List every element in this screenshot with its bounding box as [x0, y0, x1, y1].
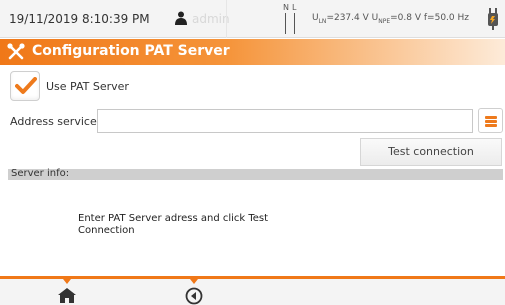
- menu-bar-icon: [485, 116, 497, 119]
- bottom-accent-line: [0, 276, 505, 279]
- checkmark-icon: [15, 77, 37, 94]
- address-service-input[interactable]: [97, 109, 473, 133]
- page-title: Configuration PAT Server: [32, 43, 230, 59]
- status-bar: 19/11/2019 8:10:39 PM admin N L ULN=237.…: [0, 0, 505, 38]
- use-pat-server-label: Use PAT Server: [46, 80, 129, 93]
- user-icon: [175, 11, 187, 25]
- status-divider: [226, 0, 227, 38]
- test-connection-button[interactable]: Test connection: [360, 138, 502, 166]
- menu-bar-icon: [485, 120, 497, 123]
- user-name: admin: [192, 12, 230, 26]
- use-pat-server-checkbox[interactable]: [10, 71, 40, 101]
- server-info-message: Enter PAT Server adress and click Test C…: [78, 213, 269, 236]
- tools-icon: [7, 43, 25, 60]
- address-menu-button[interactable]: [478, 108, 503, 133]
- datetime: 19/11/2019 8:10:39 PM: [9, 12, 150, 26]
- back-indicator-arrow: [190, 279, 198, 284]
- phase-indicator-icon: N L: [283, 3, 299, 34]
- server-info-bar: [8, 169, 503, 180]
- server-info-label: Server info:: [11, 168, 70, 179]
- title-bar: Configuration PAT Server: [0, 39, 505, 65]
- voltage-readout: ULN=237.4 V UNPE=0.8 V f=50.0 Hz: [312, 13, 469, 25]
- menu-bar-icon: [485, 124, 497, 127]
- back-icon[interactable]: [185, 287, 203, 305]
- plug-icon: [488, 8, 498, 30]
- home-icon[interactable]: [57, 287, 77, 303]
- home-indicator-arrow: [63, 279, 71, 284]
- address-service-label: Address service:: [10, 115, 101, 128]
